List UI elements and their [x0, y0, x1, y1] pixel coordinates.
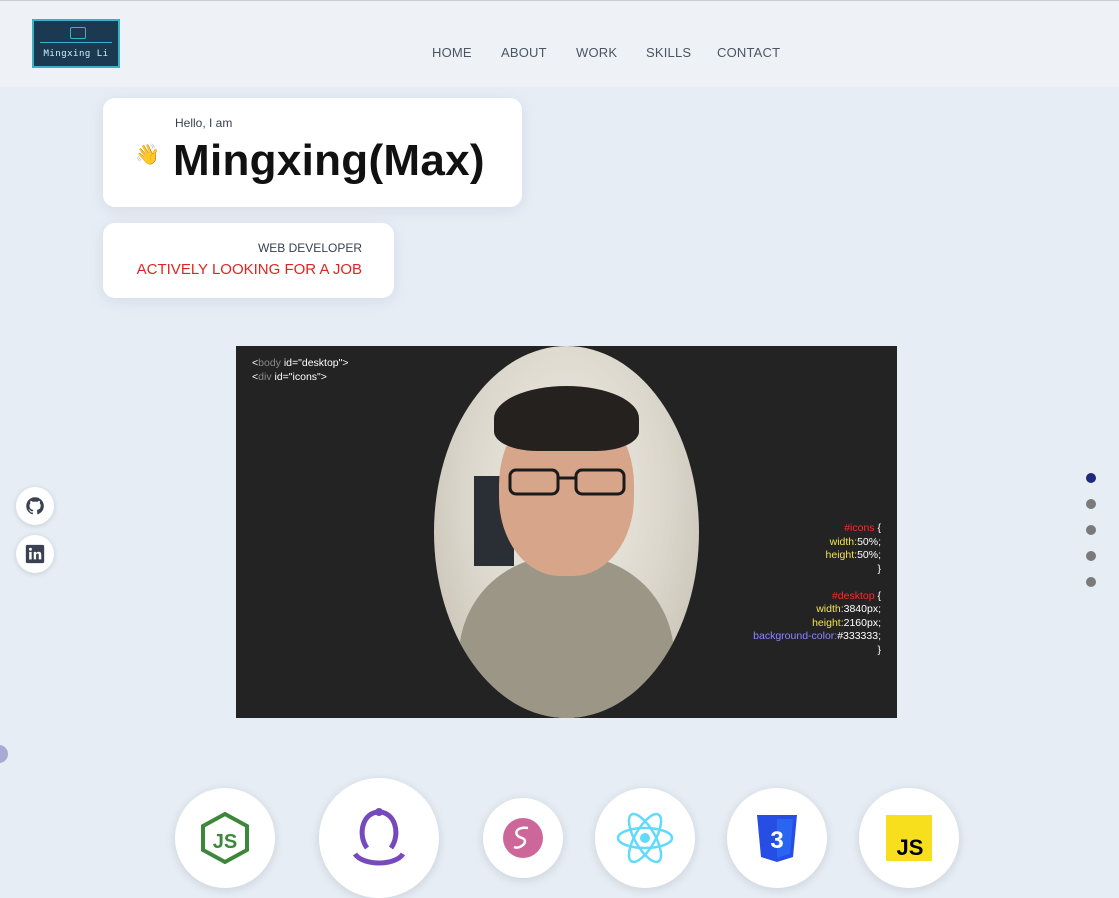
linkedin-icon — [25, 544, 45, 564]
code-snippet-css: #icons { width:50%; height:50%; } #deskt… — [753, 522, 881, 656]
skill-redux — [319, 778, 439, 898]
nav-link-contact[interactable]: CONTACT — [717, 45, 780, 60]
section-indicator — [1086, 473, 1096, 603]
waving-hand-icon: 👋 — [135, 144, 160, 166]
section-dot-2[interactable] — [1086, 499, 1096, 509]
javascript-icon: JS — [886, 815, 932, 861]
logo-computer-icon — [70, 27, 86, 39]
section-dot-3[interactable] — [1086, 525, 1096, 535]
hero-name: Mingxing(Max) — [173, 136, 485, 185]
github-icon — [26, 497, 44, 515]
github-link[interactable] — [16, 487, 54, 525]
svg-text:JS: JS — [213, 831, 237, 853]
css3-icon: 3 — [757, 815, 797, 862]
profile-photo — [434, 346, 699, 718]
hero-desktop-image: <body id="desktop"> <div id="icons"> #ic… — [236, 346, 897, 718]
job-title: WEB DEVELOPER — [257, 241, 362, 255]
svg-text:JS: JS — [897, 835, 924, 860]
nav-link-about[interactable]: ABOUT — [501, 45, 547, 60]
section-dot-5[interactable] — [1086, 577, 1096, 587]
section-dot-1[interactable] — [1086, 473, 1096, 483]
svg-text:3: 3 — [770, 827, 783, 854]
skill-javascript: JS — [859, 788, 959, 888]
skill-sass — [483, 798, 563, 878]
linkedin-link[interactable] — [16, 535, 54, 573]
photo-glasses — [508, 468, 626, 496]
logo-divider — [40, 42, 112, 43]
skill-css3: 3 — [727, 788, 827, 888]
sass-icon — [503, 818, 543, 858]
role-card: WEB DEVELOPER ACTIVELY LOOKING FOR A JOB — [103, 223, 394, 298]
photo-hoodie — [459, 556, 674, 718]
skill-react — [595, 788, 695, 888]
job-status: ACTIVELY LOOKING FOR A JOB — [136, 261, 362, 278]
decorative-blob — [0, 745, 8, 763]
section-dot-4[interactable] — [1086, 551, 1096, 561]
top-navbar: Mingxing Li HOME ABOUT WORK SKILLS CONTA… — [0, 0, 1119, 87]
nav-link-skills[interactable]: SKILLS — [646, 45, 691, 60]
intro-card: 👋 Hello, I am Mingxing(Max) — [103, 98, 522, 207]
greeting-text: Hello, I am — [175, 116, 233, 130]
skill-nodejs: JS — [175, 788, 275, 888]
code-snippet-html: <body id="desktop"> <div id="icons"> — [252, 357, 349, 383]
nav-link-work[interactable]: WORK — [576, 45, 617, 60]
nav-link-home[interactable]: HOME — [432, 45, 472, 60]
photo-hair — [494, 386, 639, 451]
main-nav: HOME ABOUT WORK SKILLS CONTACT — [0, 45, 1119, 61]
react-icon — [616, 812, 674, 864]
nodejs-icon: JS — [201, 812, 249, 864]
